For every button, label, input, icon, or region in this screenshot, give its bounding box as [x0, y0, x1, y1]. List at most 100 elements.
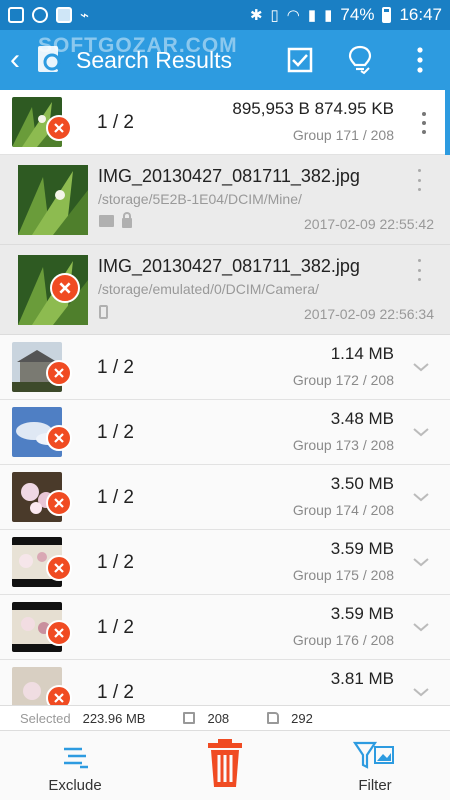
app-bar-actions	[270, 30, 450, 90]
group-thumbnail	[12, 407, 72, 457]
delete-mark-icon[interactable]	[46, 115, 72, 141]
group-index: Group 173 / 208	[292, 437, 394, 453]
image-icon	[8, 7, 24, 23]
group-row[interactable]: 1 / 2 895,953 B 874.95 KB Group 171 / 20…	[0, 90, 450, 155]
delete-mark-icon[interactable]	[46, 620, 72, 646]
lightbulb-icon	[348, 45, 372, 75]
trash-icon	[208, 739, 242, 787]
group-index: Group 175 / 208	[292, 567, 394, 583]
battery-percent: 74%	[340, 5, 375, 24]
selected-size: 223.96 MB	[82, 710, 146, 726]
sim2-signal-icon: ▮	[324, 7, 333, 24]
group-thumbnail	[12, 342, 72, 392]
group-thumbnail	[12, 472, 72, 522]
group-selected-count: 1 / 2	[97, 422, 134, 443]
group-selected-count: 1 / 2	[97, 617, 134, 638]
status-icons-right: ✱ ▯ ◠ ▮ ▮ 74% 16:47	[250, 5, 442, 25]
more-vertical-icon[interactable]	[414, 169, 424, 191]
more-vertical-icon[interactable]	[414, 259, 424, 281]
chevron-down-icon[interactable]	[412, 553, 430, 571]
clock: 16:47	[399, 5, 442, 24]
overflow-menu-button[interactable]	[390, 30, 450, 90]
app-notification-icon	[56, 7, 72, 23]
file-name: IMG_20130427_081711_382.jpg	[98, 166, 360, 186]
file-row[interactable]: IMG_20130427_081711_382.jpg /storage/emu…	[0, 245, 450, 335]
auto-select-button[interactable]	[330, 30, 390, 90]
group-row[interactable]: 1 / 2 3.59 MB Group 176 / 208	[0, 595, 450, 660]
group-count: 208	[207, 710, 230, 726]
groups-icon	[183, 712, 196, 724]
file-thumbnail	[18, 255, 88, 325]
battery-icon	[382, 7, 392, 23]
group-selected-count: 1 / 2	[97, 682, 134, 703]
status-icons-left: ⌁	[8, 6, 89, 24]
chevron-down-icon[interactable]	[412, 488, 430, 506]
select-all-button[interactable]	[270, 30, 330, 90]
group-index: Group 174 / 208	[292, 502, 394, 518]
selected-label: Selected	[20, 710, 71, 726]
group-selected-count: 1 / 2	[97, 552, 134, 573]
group-size: 3.48 MB	[330, 409, 394, 428]
screen: ⌁ ✱ ▯ ◠ ▮ ▮ 74% 16:47 ‹ Search Results S…	[0, 0, 450, 800]
group-row[interactable]: 1 / 2 3.48 MB Group 173 / 208	[0, 400, 450, 465]
lock-icon	[122, 212, 132, 228]
back-icon[interactable]: ‹	[0, 30, 30, 90]
group-selected-count: 1 / 2	[97, 487, 134, 508]
delete-mark-icon[interactable]	[46, 360, 72, 386]
exclude-icon	[64, 747, 88, 769]
bluetooth-icon: ✱	[249, 7, 263, 24]
phone-storage-icon	[99, 305, 108, 319]
selection-summary: Selected 223.96 MB 208 292	[0, 705, 450, 730]
file-icon	[267, 712, 280, 724]
file-date: 2017-02-09 22:56:34	[304, 306, 434, 322]
group-index: Group 171 / 208	[292, 127, 394, 143]
exclude-label: Exclude	[48, 777, 102, 794]
file-path: /storage/emulated/0/DCIM/Camera/	[98, 281, 319, 297]
chevron-down-icon[interactable]	[412, 618, 430, 636]
group-thumbnail	[12, 537, 72, 587]
group-thumbnail	[12, 602, 72, 652]
delete-mark-icon[interactable]	[46, 425, 72, 451]
bottom-action-bar: Exclude Filter	[0, 730, 450, 800]
group-selected-count: 1 / 2	[97, 357, 134, 378]
status-bar: ⌁ ✱ ▯ ◠ ▮ ▮ 74% 16:47	[0, 0, 450, 30]
group-row[interactable]: 1 / 2 3.50 MB Group 174 / 208	[0, 465, 450, 530]
group-thumbnail	[12, 667, 72, 705]
file-attributes	[99, 305, 108, 319]
delete-mark-icon[interactable]	[46, 490, 72, 516]
duplicate-group-list[interactable]: 1 / 2 895,953 B 874.95 KB Group 171 / 20…	[0, 90, 450, 705]
chevron-down-icon[interactable]	[412, 358, 430, 376]
group-index: Group 176 / 208	[292, 632, 394, 648]
group-index: Group 172 / 208	[292, 372, 394, 388]
group-row[interactable]: 1 / 2 3.59 MB Group 175 / 208	[0, 530, 450, 595]
file-row[interactable]: IMG_20130427_081711_382.jpg /storage/5E2…	[0, 155, 450, 245]
group-size: 1.14 MB	[330, 344, 394, 363]
usb-icon: ⌁	[80, 7, 90, 24]
file-path: /storage/5E2B-1E04/DCIM/Mine/	[98, 191, 302, 207]
file-count: 292	[291, 710, 313, 726]
more-vertical-icon[interactable]	[416, 108, 432, 138]
filter-icon	[353, 741, 394, 769]
file-date: 2017-02-09 22:55:42	[304, 216, 434, 232]
delete-button[interactable]	[195, 731, 255, 800]
group-row[interactable]: 1 / 2 3.81 MB	[0, 660, 450, 705]
group-size: 895,953 B 874.95 KB	[232, 99, 394, 118]
filter-button[interactable]: Filter	[330, 731, 420, 800]
delete-mark-icon[interactable]	[46, 555, 72, 581]
checkbox-icon	[287, 47, 313, 73]
app-bar: ‹ Search Results SOFTGOZAR.COM	[0, 30, 450, 90]
chevron-down-icon[interactable]	[412, 683, 430, 701]
filter-label: Filter	[358, 777, 392, 794]
delete-mark-icon[interactable]	[50, 273, 80, 303]
group-row[interactable]: 1 / 2 1.14 MB Group 172 / 208	[0, 335, 450, 400]
scroll-indicator	[445, 90, 450, 155]
chevron-down-icon[interactable]	[412, 423, 430, 441]
group-size: 3.81 MB	[330, 669, 394, 688]
vibrate-icon: ▯	[270, 7, 279, 24]
exclude-button[interactable]: Exclude	[30, 731, 120, 800]
blocked-icon	[32, 7, 48, 23]
sd-card-icon	[99, 215, 114, 227]
delete-mark-icon[interactable]	[46, 685, 72, 705]
file-attributes	[99, 212, 132, 228]
wifi-icon: ◠	[286, 7, 300, 24]
